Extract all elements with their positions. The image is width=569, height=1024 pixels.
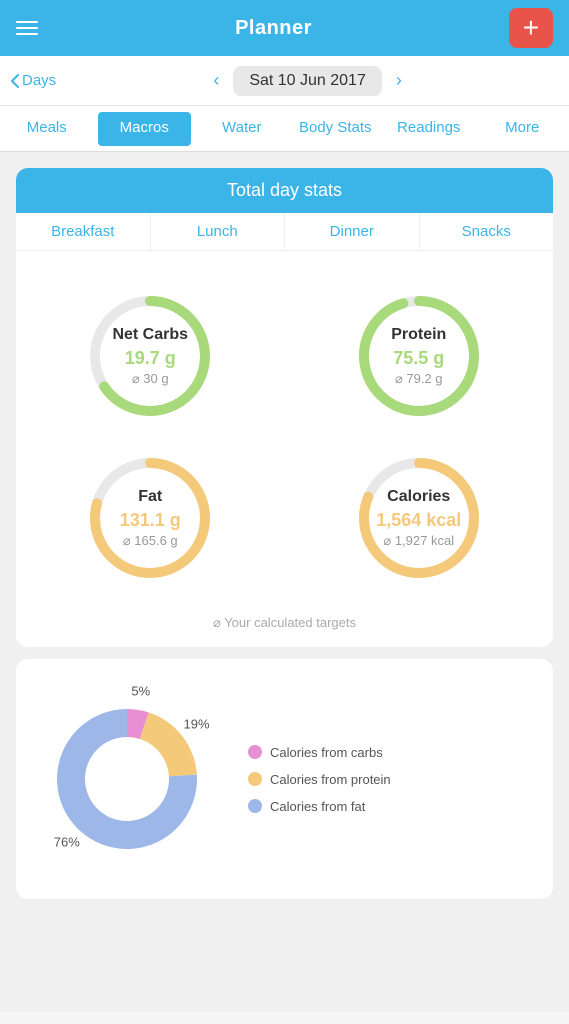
meal-tabs: BreakfastLunchDinnerSnacks [16,213,553,251]
current-date[interactable]: Sat 10 Jun 2017 [233,66,382,96]
legend-dot [248,772,262,786]
app-title: Planner [235,17,312,40]
pie-svg: 5% 19% 76% [32,679,232,879]
meal-tab-snacks[interactable]: Snacks [420,213,554,250]
pie-section: 5% 19% 76% Calories from carbs Calories fr… [16,659,553,899]
tab-more[interactable]: More [476,106,569,151]
pie-legend: Calories from carbs Calories from protei… [232,745,537,814]
macros-grid: Net Carbs 19.7 g ⌀ 30 g Protein 75.5 g ⌀… [16,251,553,607]
date-selector: ‹ Sat 10 Jun 2017 › [207,66,408,96]
nav-row: Days ‹ Sat 10 Jun 2017 › [0,56,569,106]
ring-calories: Calories 1,564 kcal ⌀ 1,927 kcal [354,453,484,583]
legend-item: Calories from protein [248,772,537,787]
pie-chart: 5% 19% 76% [32,679,232,879]
stats-header: Total day stats [16,168,553,213]
meal-tab-breakfast[interactable]: Breakfast [16,213,151,250]
legend-dot [248,799,262,813]
tab-readings[interactable]: Readings [382,106,476,151]
legend-label: Calories from fat [270,799,365,814]
macro-net-carbs: Net Carbs 19.7 g ⌀ 30 g [16,275,285,437]
calculated-note: ⌀ Your calculated targets [16,607,553,647]
ring-label-protein: Protein 75.5 g ⌀ 79.2 g [391,326,446,387]
prev-date-button[interactable]: ‹ [207,66,225,95]
macro-calories: Calories 1,564 kcal ⌀ 1,927 kcal [285,437,554,599]
ring-label-calories: Calories 1,564 kcal ⌀ 1,927 kcal [376,488,461,549]
tab-meals[interactable]: Meals [0,106,94,151]
back-label: Days [22,72,56,89]
back-button[interactable]: Days [10,72,56,89]
legend-label: Calories from protein [270,772,391,787]
menu-button[interactable] [16,21,38,35]
content-area: Total day stats BreakfastLunchDinnerSnac… [0,152,569,1012]
add-button[interactable]: + [509,8,553,48]
app-header: Planner + [0,0,569,56]
ring-fat: Fat 131.1 g ⌀ 165.6 g [85,453,215,583]
meal-tab-lunch[interactable]: Lunch [151,213,286,250]
next-date-button[interactable]: › [390,66,408,95]
ring-label-fat: Fat 131.1 g ⌀ 165.6 g [120,488,181,549]
svg-text:5%: 5% [131,684,150,699]
macro-protein: Protein 75.5 g ⌀ 79.2 g [285,275,554,437]
tab-water[interactable]: Water [195,106,289,151]
ring-label-net-carbs: Net Carbs 19.7 g ⌀ 30 g [112,326,188,387]
tab-body-stats[interactable]: Body Stats [289,106,383,151]
ring-protein: Protein 75.5 g ⌀ 79.2 g [354,291,484,421]
svg-text:19%: 19% [184,716,210,731]
main-tabs: MealsMacrosWaterBody StatsReadingsMore [0,106,569,152]
legend-label: Calories from carbs [270,745,383,760]
stats-card: Total day stats BreakfastLunchDinnerSnac… [16,168,553,647]
ring-net-carbs: Net Carbs 19.7 g ⌀ 30 g [85,291,215,421]
macro-fat: Fat 131.1 g ⌀ 165.6 g [16,437,285,599]
legend-dot [248,745,262,759]
legend-item: Calories from carbs [248,745,537,760]
svg-text:76%: 76% [54,835,80,850]
meal-tab-dinner[interactable]: Dinner [285,213,420,250]
tab-macros[interactable]: Macros [98,112,192,146]
add-icon: + [523,14,539,42]
legend-item: Calories from fat [248,799,537,814]
